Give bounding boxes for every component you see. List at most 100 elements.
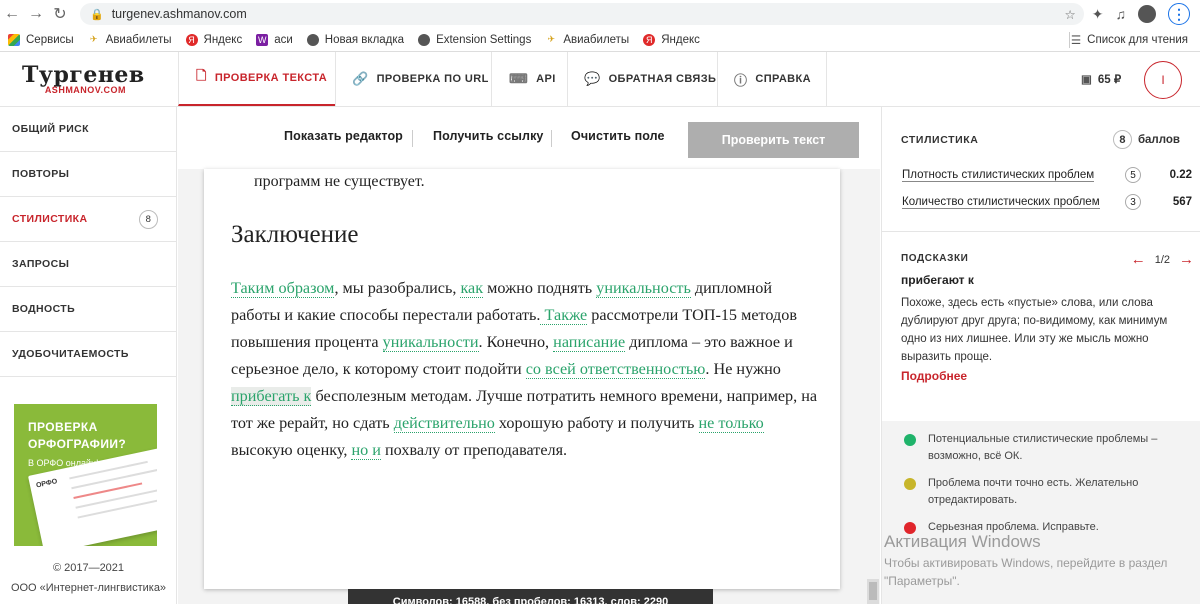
selected-phrase[interactable]: прибегать к xyxy=(231,387,312,406)
highlighted-phrase[interactable]: не только xyxy=(698,414,764,433)
bookmark-yandex[interactable]: Я Яндекс xyxy=(185,33,242,46)
globe-icon xyxy=(306,33,319,46)
clear-field-button[interactable]: Очистить поле xyxy=(571,129,665,143)
highlighted-phrase[interactable]: со всей ответственностью xyxy=(525,360,706,379)
tab-url-check[interactable]: 🔗 ПРОВЕРКА ПО URL xyxy=(335,52,491,106)
sidebar: ОБЩИЙ РИСК ПОВТОРЫ СТИЛИСТИКА 8 ЗАПРОСЫ В… xyxy=(0,107,177,604)
wallet-icon: ▣ xyxy=(1081,74,1092,86)
metric-count[interactable]: Количество стилистических проблем 3 567 xyxy=(902,194,1192,210)
section-heading: Заключение xyxy=(231,221,359,248)
bookmark-asi[interactable]: Wаси xyxy=(256,33,293,46)
document-paper[interactable]: программ не существует. Заключение Таким… xyxy=(204,169,840,589)
panel-title: СТИЛИСТИКА xyxy=(901,134,979,146)
star-icon[interactable]: ☆ xyxy=(1065,7,1076,22)
bookmark-extensions[interactable]: Extension Settings xyxy=(418,33,531,46)
editor-area: программ не существует. Заключение Таким… xyxy=(178,169,880,604)
text-run: , мы разобрались, xyxy=(334,279,461,297)
highlighted-phrase[interactable]: уникальность xyxy=(596,279,691,298)
tab-help[interactable]: ⓘ СПРАВКА xyxy=(717,52,827,106)
highlighted-phrase[interactable]: уникальности xyxy=(382,333,479,352)
plane-icon: ✈ xyxy=(89,34,98,44)
text-run: . Не нужно xyxy=(705,360,781,378)
yandex-icon: Я xyxy=(643,33,656,46)
company-name: ООО «Интернет-лингвистика» xyxy=(10,582,167,594)
results-panel: СТИЛИСТИКА 8 баллов Плотность стилистичес… xyxy=(881,107,1200,604)
reading-list[interactable]: ☰ Список для чтения xyxy=(1071,33,1188,47)
balance[interactable]: ▣ 65 ₽ xyxy=(1081,52,1121,106)
sidebar-item-overall-risk[interactable]: ОБЩИЙ РИСК xyxy=(0,107,176,152)
get-link-button[interactable]: Получить ссылку xyxy=(433,129,543,143)
next-arrow-icon[interactable]: → xyxy=(1179,251,1194,268)
app-header: Тургенев ASHMANOV.COM 🗋 ПРОВЕРКА ТЕКСТА 🔗… xyxy=(0,52,1200,107)
highlighted-phrase[interactable]: как xyxy=(460,279,484,298)
list-item-tail: программ не существует. xyxy=(254,173,425,190)
highlighted-phrase[interactable]: написание xyxy=(553,333,626,352)
user-avatar[interactable]: I xyxy=(1144,61,1182,99)
info-icon: ⓘ xyxy=(734,72,748,88)
document-icon: 🗋 xyxy=(196,68,207,83)
extensions-icon[interactable]: ✦ xyxy=(1092,6,1104,23)
hints-pager: ← 1/2 → xyxy=(1130,251,1194,268)
hints-title: ПОДСКАЗКИ xyxy=(901,253,969,264)
orfo-promo-banner[interactable]: ПРОВЕРКА ОРФОГРАФИИ? В ОРФО онлайн! ОРФО xyxy=(14,404,157,546)
bookmark-yandex-2[interactable]: Я Яндекс xyxy=(643,33,700,46)
hint-text: Похоже, здесь есть «пустые» слова, или с… xyxy=(901,297,1168,363)
tab-api[interactable]: ⌨ API xyxy=(491,52,567,106)
tab-feedback[interactable]: 💬 ОБРАТНАЯ СВЯЗЬ xyxy=(567,52,717,106)
sidebar-item-repeats[interactable]: ПОВТОРЫ xyxy=(0,152,176,197)
text-run: высокую оценку, xyxy=(231,441,352,459)
sidebar-item-stylistics[interactable]: СТИЛИСТИКА 8 xyxy=(0,197,176,242)
bookmark-divider xyxy=(1069,32,1070,48)
bookmark-avia-2[interactable]: ✈ Авиабилеты xyxy=(545,34,630,46)
yellow-dot-icon xyxy=(904,478,916,490)
windows-activation-text: Чтобы активировать Windows, перейдите в … xyxy=(884,556,1168,588)
globe-icon xyxy=(418,33,431,46)
highlighted-phrase[interactable]: Таким образом xyxy=(231,279,335,298)
stylistics-badge: 8 xyxy=(139,210,158,229)
tab-text-check[interactable]: 🗋 ПРОВЕРКА ТЕКСТА xyxy=(178,52,335,106)
code-icon: ⌨ xyxy=(509,71,529,86)
forward-icon[interactable]: → xyxy=(24,5,48,23)
legend-item-yellow: Проблема почти точно есть. Желательно от… xyxy=(904,475,1184,509)
text-run: можно поднять xyxy=(483,279,597,297)
text-run: похвалу от преподавателя. xyxy=(380,441,568,459)
prev-arrow-icon[interactable]: ← xyxy=(1131,251,1146,268)
bookmark-avia[interactable]: ✈ Авиабилеты xyxy=(88,34,172,46)
legend-item-green: Потенциальные стилистические проблемы – … xyxy=(904,431,1184,465)
bookmarks-bar: Сервисы ✈ Авиабилеты Я Яндекс Wаси Новая в… xyxy=(0,28,1200,52)
hint-word: прибегают к xyxy=(901,273,974,287)
text-stats-bar: Символов: 16588, без пробелов: 16313, сл… xyxy=(348,589,713,604)
url-text: turgenev.ashmanov.com xyxy=(111,7,247,21)
menu-icon[interactable]: ⋮ xyxy=(1168,3,1190,25)
bookmark-services[interactable]: Сервисы xyxy=(8,33,74,46)
media-icon[interactable]: ♫ xyxy=(1116,6,1127,22)
windows-activation-title: Активация Windows xyxy=(884,532,1041,551)
profile-avatar[interactable] xyxy=(1138,5,1156,23)
highlighted-phrase[interactable]: но и xyxy=(351,441,381,460)
back-icon[interactable]: ← xyxy=(0,5,24,23)
chat-icon: 💬 xyxy=(584,71,601,86)
lock-icon: 🔒 xyxy=(90,8,104,21)
plane-icon: ✈ xyxy=(547,34,556,44)
paragraph[interactable]: Таким образом, мы разобрались, как можно… xyxy=(231,275,821,464)
bookmark-newtab[interactable]: Новая вкладка xyxy=(306,33,404,46)
address-bar[interactable]: 🔒 turgenev.ashmanov.com ☆ xyxy=(80,3,1084,25)
green-dot-icon xyxy=(904,434,916,446)
text-run: . Конечно, xyxy=(478,333,554,351)
editor-scrollbar-thumb[interactable] xyxy=(869,582,877,600)
highlighted-phrase[interactable]: действительно xyxy=(393,414,495,433)
show-editor-button[interactable]: Показать редактор xyxy=(284,129,403,143)
sidebar-item-queries[interactable]: ЗАПРОСЫ xyxy=(0,242,176,287)
copyright: © 2017—2021 xyxy=(52,562,125,574)
highlighted-phrase[interactable]: Также xyxy=(540,306,588,325)
reload-icon[interactable]: ↻ xyxy=(48,4,72,24)
w-icon: W xyxy=(256,33,269,46)
sidebar-item-wateriness[interactable]: ВОДНОСТЬ xyxy=(0,287,176,332)
logo[interactable]: Тургенев ASHMANOV.COM xyxy=(22,64,152,95)
sidebar-item-readability[interactable]: УДОБОЧИТАЕМОСТЬ xyxy=(0,332,176,377)
link-icon: 🔗 xyxy=(352,71,369,86)
more-link[interactable]: Подробнее xyxy=(901,369,967,383)
yandex-icon: Я xyxy=(185,33,198,46)
check-text-button[interactable]: Проверить текст xyxy=(688,122,859,158)
metric-density[interactable]: Плотность стилистических проблем 5 0.22 xyxy=(902,167,1192,183)
